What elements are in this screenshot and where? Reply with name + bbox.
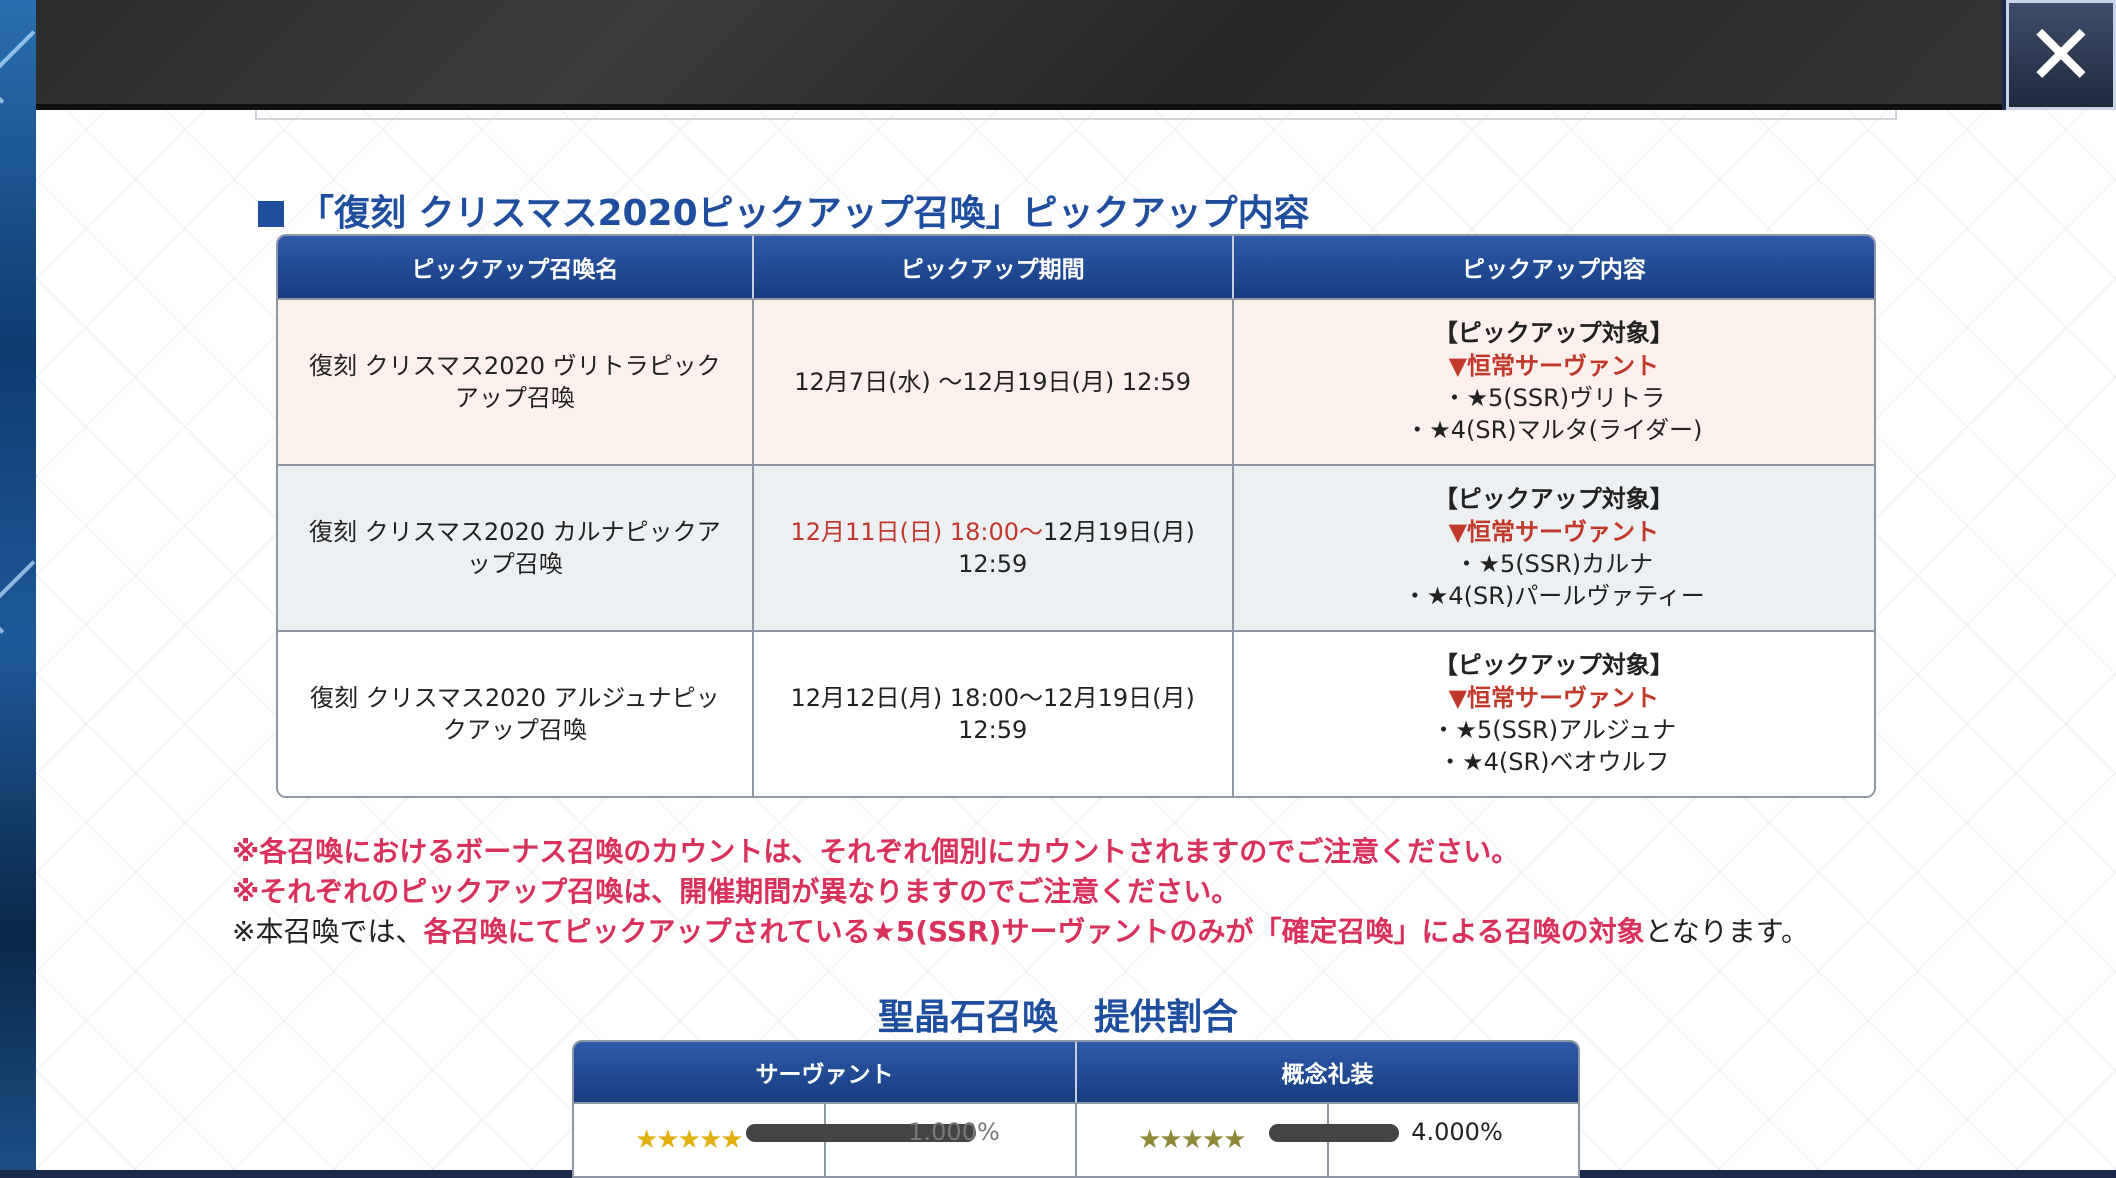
header-summon-name: ピックアップ召喚名 xyxy=(278,236,754,298)
table-row: 復刻 クリスマス2020 アルジュナピッ クアップ召喚 12月12日(月) 18… xyxy=(278,630,1874,796)
period-cell: 12月12日(月) 18:00〜12月19日(月) 12:59 xyxy=(753,630,1234,796)
star-rating-icon: ★★★★★ xyxy=(635,1125,744,1155)
table-row: 復刻 クリスマス2020 ヴリトラピック アップ召喚 12月7日(水) 〜12月… xyxy=(278,298,1874,464)
table-row: ★★★★★ 1.000% ★★★★★ 4.000% xyxy=(574,1102,1578,1176)
period-start-highlight: 12月11日(日) 18:00〜 xyxy=(790,517,1044,546)
summon-name-cell: 復刻 クリスマス2020 アルジュナピッ クアップ召喚 xyxy=(278,630,754,796)
rate-bar xyxy=(1269,1124,1400,1142)
square-bullet-icon xyxy=(258,201,284,227)
note-line: ※本召喚では、各召喚にてピックアップされている★5(SSR)サーヴァントのみが「… xyxy=(232,915,1809,948)
panel-frame-edge xyxy=(255,110,1897,120)
section-title: 「復刻 クリスマス2020ピックアップ召喚」ピックアップ内容 xyxy=(258,184,1310,236)
header-craft-essence: 概念礼装 xyxy=(1076,1042,1578,1102)
period-cell: 12月11日(日) 18:00〜12月19日(月) 12:59 xyxy=(753,464,1234,630)
notes-block: ※各召喚におけるボーナス召喚のカウントは、それぞれ個別にカウントされますのでご注… xyxy=(232,832,1809,952)
header-period: ピックアップ期間 xyxy=(753,236,1234,298)
table-row: 復刻 クリスマス2020 カルナピックア ップ召喚 12月11日(日) 18:0… xyxy=(278,464,1874,630)
close-button[interactable]: ✕ xyxy=(2006,0,2116,110)
period-cell: 12月7日(水) 〜12月19日(月) 12:59 xyxy=(753,298,1234,464)
pickup-table: ピックアップ召喚名 ピックアップ期間 ピックアップ内容 復刻 クリスマス2020… xyxy=(276,234,1876,798)
table-header-row: ピックアップ召喚名 ピックアップ期間 ピックアップ内容 xyxy=(278,236,1874,298)
note-line: ※各召喚におけるボーナス召喚のカウントは、それぞれ個別にカウントされますのでご注… xyxy=(232,835,1520,868)
note-line: ※それぞれのピックアップ召喚は、開催期間が異なりますのでご注意ください。 xyxy=(232,875,1240,908)
header-content: ピックアップ内容 xyxy=(1233,236,1874,298)
summon-name-cell: 復刻 クリスマス2020 カルナピックア ップ召喚 xyxy=(278,464,754,630)
rates-table: サーヴァント 概念礼装 ★★★★★ 1.000% ★★★★★ 4.000% xyxy=(572,1040,1580,1178)
dialog-header-bar xyxy=(36,0,2002,110)
summon-name-cell: 復刻 クリスマス2020 ヴリトラピック アップ召喚 xyxy=(278,298,754,464)
header-servant: サーヴァント xyxy=(574,1042,1077,1102)
rate-cell: 1.000% xyxy=(746,1102,1077,1176)
content-cell: 【ピックアップ対象】 ▼恒常サーヴァント ・★5(SSR)ヴリトラ ・★4(SR… xyxy=(1233,298,1874,464)
content-cell: 【ピックアップ対象】 ▼恒常サーヴァント ・★5(SSR)アルジュナ ・★4(S… xyxy=(1233,630,1874,796)
star-rating-icon: ★★★★★ xyxy=(1137,1125,1247,1155)
rates-title: 聖晶石召喚 提供割合 xyxy=(877,997,1238,1038)
rate-cell: 4.000% xyxy=(1269,1102,1578,1176)
close-icon: ✕ xyxy=(2025,6,2097,104)
table-header-row: サーヴァント 概念礼装 xyxy=(574,1042,1578,1102)
content-cell: 【ピックアップ対象】 ▼恒常サーヴァント ・★5(SSR)カルナ ・★4(SR)… xyxy=(1233,464,1874,630)
